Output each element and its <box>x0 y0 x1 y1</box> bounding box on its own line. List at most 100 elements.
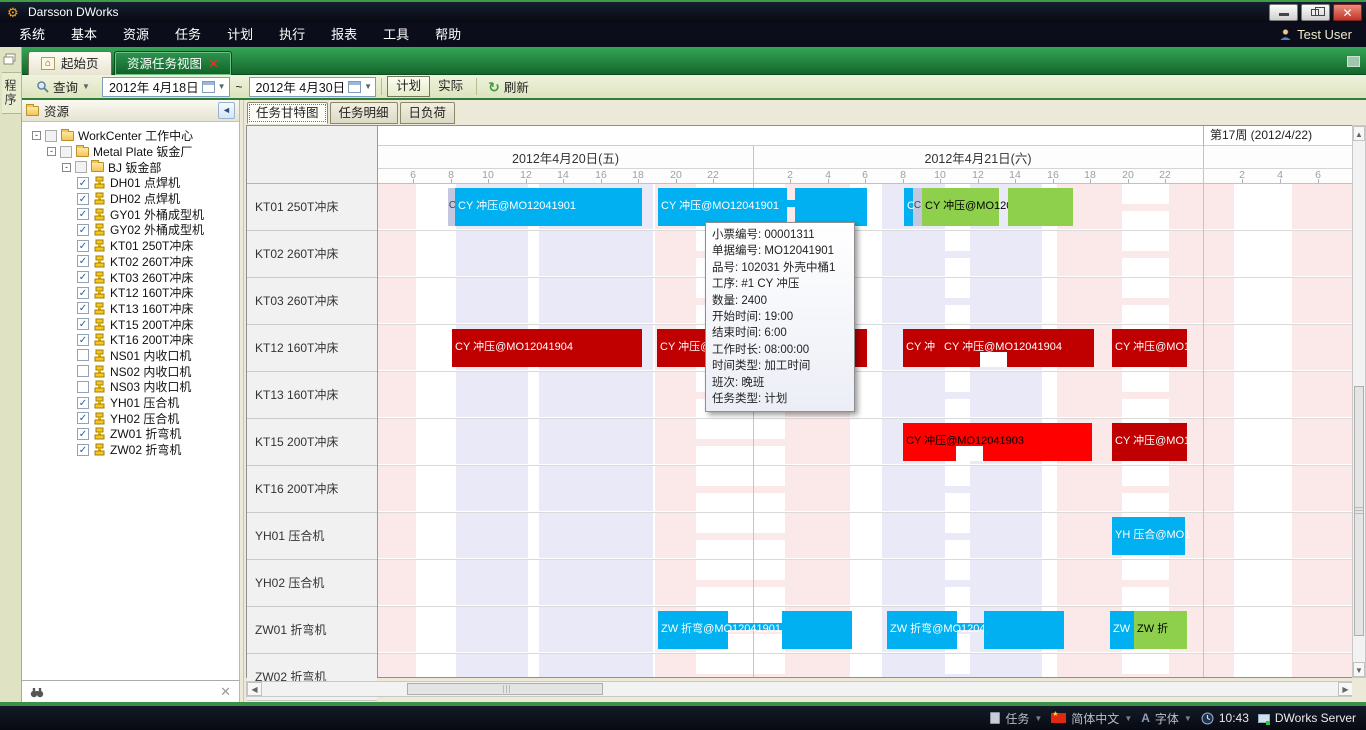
tree-item[interactable]: NS01 内收口机 <box>22 348 239 364</box>
tree-item[interactable]: ✓KT15 200T冲床 <box>22 316 239 332</box>
menu-item-工具[interactable]: 工具 <box>370 22 422 47</box>
window-list-icon[interactable] <box>1347 56 1360 67</box>
tree-item[interactable]: ✓GY02 外桶成型机 <box>22 222 239 238</box>
tree-item[interactable]: -Metal Plate 钣金厂 <box>22 144 239 160</box>
plan-toggle-button[interactable]: 计划 <box>387 76 430 97</box>
menu-item-计划[interactable]: 计划 <box>214 22 266 47</box>
gantt-task-bar[interactable]: CY 冲压@MO12041901 <box>658 188 787 226</box>
tree-checkbox[interactable] <box>45 130 57 142</box>
tree-item[interactable]: NS03 内收口机 <box>22 379 239 395</box>
refresh-button[interactable]: ↻ 刷新 <box>482 76 535 97</box>
gantt-task-bar[interactable]: CY 冲压@MO1 <box>1112 423 1187 461</box>
gantt-task-bar[interactable]: ZW 折弯@MO12041901 <box>658 611 728 649</box>
status-server[interactable]: DWorks Server <box>1258 711 1356 725</box>
tree-item[interactable]: ✓YH02 压合机 <box>22 410 239 426</box>
tree-checkbox[interactable] <box>60 146 72 158</box>
gantt-task-bar[interactable]: ZW 折 <box>1134 611 1187 649</box>
restore-button[interactable] <box>1301 4 1330 21</box>
tree-item[interactable]: NS02 内收口机 <box>22 363 239 379</box>
scroll-down-icon[interactable]: ▼ <box>1353 662 1365 677</box>
menu-item-报表[interactable]: 报表 <box>318 22 370 47</box>
tree-item[interactable]: ✓GY01 外桶成型机 <box>22 206 239 222</box>
actual-toggle-button[interactable]: 实际 <box>430 76 471 97</box>
tab-close-icon[interactable]: ✕ <box>208 57 219 70</box>
binoculars-icon[interactable] <box>30 686 44 698</box>
tree-item[interactable]: ✓DH02 点焊机 <box>22 191 239 207</box>
gantt-task-bar[interactable]: C <box>904 188 913 226</box>
collapse-sidebar-button[interactable]: ◄ <box>218 102 235 119</box>
gantt-task-bar[interactable]: CY 冲压@MO1 <box>1112 329 1187 367</box>
gantt-task-bar[interactable]: CY 冲压@MO12041901 <box>455 188 642 226</box>
gantt-task-bar[interactable]: ZW <box>1110 611 1134 649</box>
tree-item[interactable]: ✓ZW01 折弯机 <box>22 426 239 442</box>
tree-item[interactable]: ✓KT16 200T冲床 <box>22 332 239 348</box>
status-language-menu[interactable]: 简体中文 ▼ <box>1051 710 1132 727</box>
query-button[interactable]: 查询 ▼ <box>30 76 96 97</box>
menu-item-系统[interactable]: 系统 <box>6 22 58 47</box>
date-from-field[interactable]: 2012年 4月18日 ▼ <box>102 77 230 97</box>
tree-checkbox[interactable]: ✓ <box>77 444 89 456</box>
tab-home[interactable]: ⌂ 起始页 <box>28 51 112 75</box>
gantt-task-bar[interactable] <box>795 188 867 226</box>
tab-daily-load[interactable]: 日负荷 <box>400 102 456 124</box>
tree-item[interactable]: ✓DH01 点焊机 <box>22 175 239 191</box>
gantt-task-bar[interactable]: ZW 折弯@MO12041901 <box>887 611 957 649</box>
tree-item[interactable]: ✓KT03 260T冲床 <box>22 269 239 285</box>
gantt-task-bar[interactable] <box>984 611 1064 649</box>
tree-expander-icon[interactable]: - <box>62 163 71 172</box>
tree-item[interactable]: ✓KT13 160T冲床 <box>22 301 239 317</box>
gantt-task-bar[interactable]: CY 冲压@MO12041903 <box>903 423 1092 461</box>
vertical-scrollbar[interactable]: ▲ ▼ <box>1352 125 1366 678</box>
tree-checkbox[interactable] <box>77 381 89 393</box>
chevron-down-icon[interactable]: ▼ <box>364 82 372 91</box>
vertical-scroll-thumb[interactable] <box>1354 386 1364 636</box>
menu-item-帮助[interactable]: 帮助 <box>422 22 474 47</box>
user-menu[interactable]: Test User <box>1279 22 1352 47</box>
menu-item-执行[interactable]: 执行 <box>266 22 318 47</box>
clear-filter-icon[interactable]: ✕ <box>220 684 231 700</box>
gantt-task-bar[interactable]: CY 冲压@MO12041902 <box>922 188 999 226</box>
gantt-task-bar[interactable]: CY 冲 <box>903 329 941 367</box>
tree-checkbox[interactable] <box>75 161 87 173</box>
tree-item[interactable]: ✓KT01 250T冲床 <box>22 238 239 254</box>
gantt-task-bar[interactable] <box>1008 188 1073 226</box>
scroll-left-icon[interactable]: ◀ <box>247 682 262 696</box>
tree-checkbox[interactable]: ✓ <box>77 177 89 189</box>
tree-item[interactable]: ✓YH01 压合机 <box>22 395 239 411</box>
menu-item-任务[interactable]: 任务 <box>162 22 214 47</box>
tree-checkbox[interactable]: ✓ <box>77 208 89 220</box>
tree-checkbox[interactable]: ✓ <box>77 240 89 252</box>
minimize-button[interactable] <box>1269 4 1298 21</box>
status-task-menu[interactable]: 任务 ▼ <box>990 710 1042 727</box>
tree-checkbox[interactable]: ✓ <box>77 271 89 283</box>
tree-checkbox[interactable]: ✓ <box>77 287 89 299</box>
program-panel-tab[interactable]: 程序 <box>2 72 22 114</box>
tree-checkbox[interactable]: ✓ <box>77 255 89 267</box>
menu-item-资源[interactable]: 资源 <box>110 22 162 47</box>
horizontal-scroll-thumb[interactable] <box>407 683 603 695</box>
tree-item[interactable]: -WorkCenter 工作中心 <box>22 128 239 144</box>
gantt-task-bar[interactable] <box>782 611 852 649</box>
tree-checkbox[interactable]: ✓ <box>77 397 89 409</box>
tree-checkbox[interactable] <box>77 349 89 361</box>
tree-checkbox[interactable] <box>77 365 89 377</box>
tree-expander-icon[interactable]: - <box>47 147 56 156</box>
tree-checkbox[interactable]: ✓ <box>77 412 89 424</box>
tree-checkbox[interactable]: ✓ <box>77 224 89 236</box>
scroll-right-icon[interactable]: ▶ <box>1338 682 1353 696</box>
tree-item[interactable]: ✓KT12 160T冲床 <box>22 285 239 301</box>
tree-expander-icon[interactable]: - <box>32 131 41 140</box>
tree-item[interactable]: -BJ 钣金部 <box>22 159 239 175</box>
menu-item-基本[interactable]: 基本 <box>58 22 110 47</box>
tree-checkbox[interactable]: ✓ <box>77 318 89 330</box>
tree-checkbox[interactable]: ✓ <box>77 334 89 346</box>
gantt-task-bar[interactable]: CY 冲压@MO12041904 <box>941 329 1094 367</box>
tree-checkbox[interactable]: ✓ <box>77 428 89 440</box>
tree-item[interactable]: ✓ZW02 折弯机 <box>22 442 239 458</box>
tree-checkbox[interactable]: ✓ <box>77 193 89 205</box>
tab-task-gantt[interactable]: 任务甘特图 <box>247 102 328 124</box>
tab-resource-task-view[interactable]: 资源任务视图 ✕ <box>114 51 232 75</box>
chevron-down-icon[interactable]: ▼ <box>218 82 226 91</box>
status-font-menu[interactable]: A 字体 ▼ <box>1141 710 1192 727</box>
tab-task-detail[interactable]: 任务明细 <box>330 102 398 124</box>
